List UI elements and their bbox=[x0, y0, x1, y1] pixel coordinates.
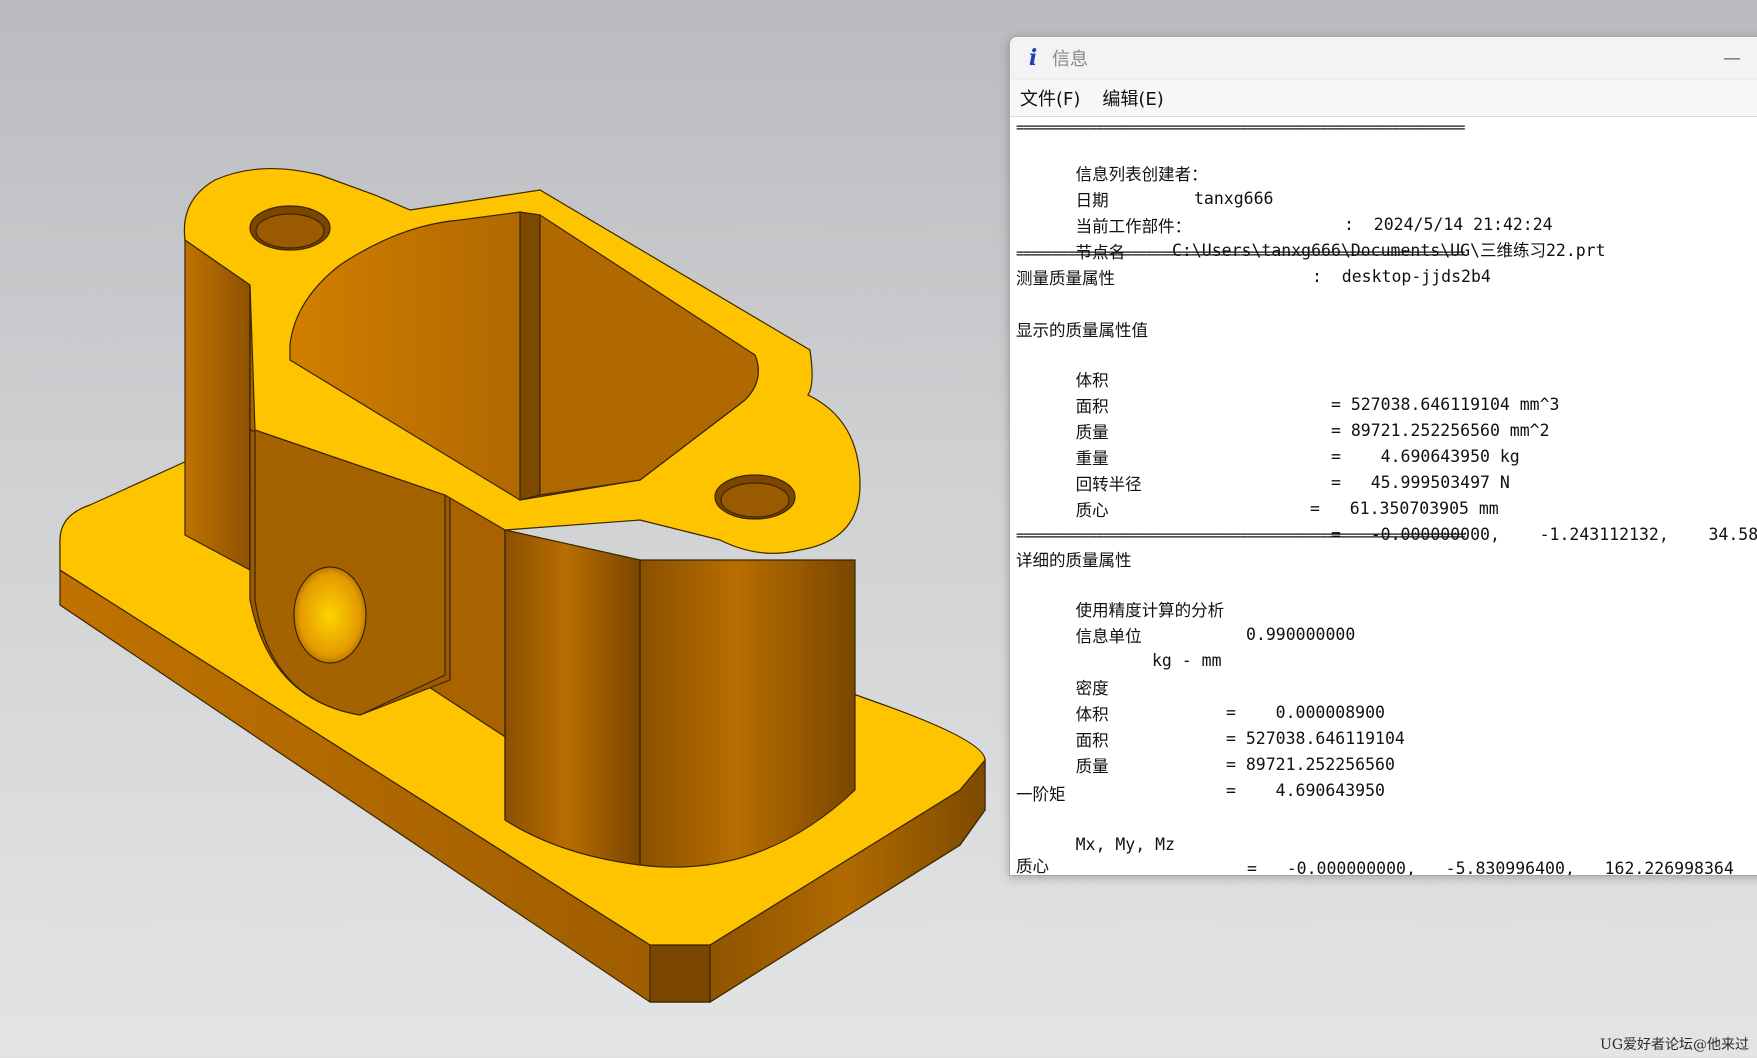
node-row: 节点名 : desktop-jjds2b4 bbox=[1016, 217, 1491, 286]
measure-row-volume: 体积 = 527038.646119104 mm^3 bbox=[1075, 371, 1560, 414]
menu-bar: 文件(F) 编辑(E) bbox=[1010, 80, 1757, 117]
separator-line: ========================================… bbox=[1016, 120, 1465, 136]
detail-row-area: 面积 = 89721.252256560 bbox=[1075, 731, 1395, 774]
units-row: 信息单位 kg - mm bbox=[1075, 627, 1222, 670]
measure-row-weight: 重量 = 45.999503497 N bbox=[1075, 449, 1510, 492]
displayed-heading: 显示的质量属性值 bbox=[1016, 321, 1148, 340]
node-value: : desktop-jjds2b4 bbox=[1312, 267, 1491, 286]
main-body bbox=[183, 167, 861, 868]
info-text-area[interactable]: ========================================… bbox=[1016, 117, 1757, 875]
menu-edit[interactable]: 编辑(E) bbox=[1102, 85, 1163, 111]
separator-line: ========================================… bbox=[1016, 528, 1465, 544]
date-row: 日期 : 2024/5/14 21:42:24 bbox=[1016, 165, 1553, 234]
moment-row: Mx, My, Mz = -0.000000000, -5.830996400,… bbox=[1075, 835, 1734, 875]
measure-row-radius: 回转半径 = 61.350703905 mm bbox=[1075, 475, 1499, 518]
watermark-text: UG爱好者论坛@他来过 bbox=[1600, 1037, 1749, 1053]
measure-row-centroid: 质心 = -0.000000000, -1.243112132, 34.58 bbox=[1075, 501, 1757, 544]
measure-row-mass: 质量 = 4.690643950 kg bbox=[1075, 423, 1520, 466]
creator-row: 信息列表创建者： tanxg666 bbox=[1016, 139, 1274, 208]
measure-heading: 测量质量属性 bbox=[1016, 269, 1115, 288]
measure-row-area: 面积 = 89721.252256560 mm^2 bbox=[1075, 397, 1550, 440]
date-value: : 2024/5/14 21:42:24 bbox=[1344, 215, 1553, 234]
cut-off-line: 质心 bbox=[1016, 857, 1049, 875]
window-titlebar[interactable]: i 信息 — bbox=[1010, 37, 1757, 80]
info-icon: i bbox=[1028, 45, 1038, 71]
minimize-button[interactable]: — bbox=[1712, 43, 1752, 73]
detail-row-density: 密度 = 0.000008900 bbox=[1075, 679, 1385, 722]
info-window[interactable]: i 信息 — 文件(F) 编辑(E) =====================… bbox=[1009, 36, 1757, 876]
3d-model[interactable] bbox=[0, 0, 1000, 1058]
detail-heading: 详细的质量属性 bbox=[1016, 551, 1132, 570]
creator-value: tanxg666 bbox=[1194, 189, 1274, 208]
detail-row-volume: 体积 = 527038.646119104 bbox=[1075, 705, 1405, 748]
detail-row-mass: 质量 = 4.690643950 bbox=[1075, 757, 1385, 800]
part-row: 当前工作部件： C:\Users\tanxg666\Documents\UG\三… bbox=[1016, 191, 1606, 260]
separator-line: ========================================… bbox=[1016, 246, 1465, 262]
menu-file[interactable]: 文件(F) bbox=[1020, 85, 1080, 111]
window-title: 信息 bbox=[1052, 49, 1088, 70]
moment-heading: 一阶矩 bbox=[1016, 785, 1066, 804]
precision-row: 使用精度计算的分析 0.990000000 bbox=[1075, 601, 1356, 644]
